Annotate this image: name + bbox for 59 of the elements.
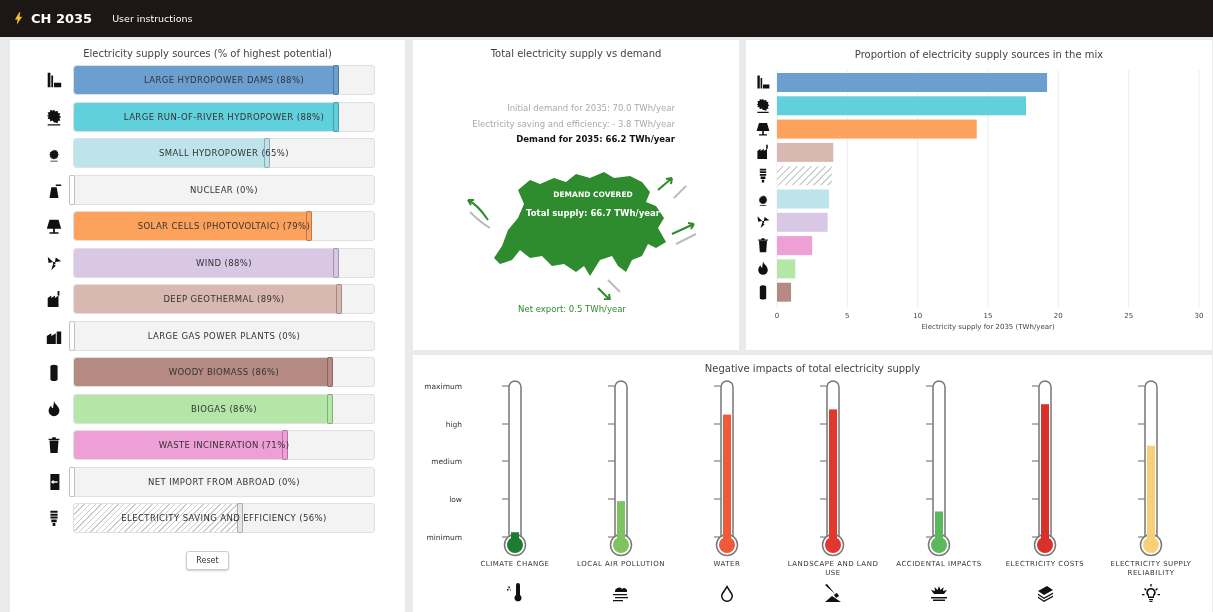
dam-icon (757, 75, 770, 89)
slider-thumb[interactable] (333, 101, 339, 132)
dam-icon (45, 71, 63, 89)
slider-thumb[interactable] (333, 65, 339, 95)
slider-label: LARGE RUN-OF-RIVER HYDROPOWER (88%) (123, 111, 325, 122)
reset-button[interactable]: Reset (186, 551, 229, 570)
chart-title: Proportion of electricity supply sources in the mix (854, 49, 1104, 60)
cash-stack-icon (1035, 583, 1055, 603)
nav-link[interactable]: User instructions (112, 13, 193, 24)
slider-thumb[interactable] (69, 174, 75, 205)
saving-text: Electricity saving and efficiency: - 3.8 TWh/year (471, 117, 675, 131)
lightning-bolt-icon (14, 12, 23, 25)
slider-label: WIND (88%) (195, 257, 252, 268)
gear-icon (756, 98, 770, 113)
app-logo[interactable]: CH 2035 (31, 11, 93, 26)
slider-thumb[interactable] (333, 247, 339, 278)
slider-label: WASTE INCINERATION (71%) (158, 440, 290, 450)
panel-title: Electricity supply sources (% of highest potential) (83, 47, 332, 59)
light-bulb-icon (1141, 583, 1161, 603)
flame-icon (758, 261, 768, 275)
gear-icon (758, 195, 768, 207)
slider-label: SMALL HYDROPOWER (65%) (159, 148, 289, 158)
slider-label: LARGE HYDROPOWER DAMS (88%) (143, 75, 305, 85)
slider[interactable]: SMALL HYDROPOWER (65%) (73, 138, 375, 168)
slider-thumb[interactable] (69, 466, 75, 497)
panel-title: Negative impacts of total electricity supply (703, 362, 922, 374)
slider-label: SOLAR CELLS (PHOTOVOLTAIC) (79%) (137, 221, 311, 231)
slider[interactable]: BIOGAS (86%) (73, 393, 375, 424)
slider-label: NET IMPORT FROM ABROAD (0%) (147, 476, 301, 487)
panel-title: Total electricity supply vs demand (489, 47, 663, 59)
total-supply-text: Total supply: 66.7 TWh/year (526, 207, 660, 218)
slider[interactable]: DEEP GEOTHERMAL (89%) (73, 284, 375, 314)
slider-thumb[interactable] (327, 393, 333, 424)
slider-label: ELECTRICITY SAVING AND EFFICIENCY (56%) (121, 513, 327, 523)
wind-turbine-icon (757, 216, 770, 229)
shovel-icon (823, 583, 843, 603)
slider[interactable]: ELECTRICITY SAVING AND EFFICIENCY (56%) (73, 503, 375, 533)
slider[interactable]: WASTE INCINERATION (71%) (73, 430, 375, 460)
slider[interactable]: WOODY BIOMASS (86%) (73, 357, 375, 387)
slider[interactable]: WIND (88%) (73, 247, 375, 278)
light-bulb-icon (759, 168, 767, 183)
slider[interactable]: SOLAR CELLS (PHOTOVOLTAIC) (79%) (73, 211, 375, 241)
trash-can-icon (758, 238, 768, 253)
slider[interactable]: LARGE HYDROPOWER DAMS (88%) (73, 65, 375, 95)
slider-thumb[interactable] (327, 357, 333, 387)
slider-label: BIOGAS (86%) (191, 403, 257, 414)
factory-icon (757, 144, 768, 160)
slider-label: WOODY BIOMASS (86%) (168, 367, 280, 377)
slider-thumb[interactable] (336, 284, 342, 314)
slider-thumb[interactable] (69, 320, 75, 351)
slider-label: LARGE GAS POWER PLANTS (0%) (147, 330, 301, 341)
net-export-text: Net export: 0.5 TWh/year (517, 303, 627, 314)
chart-bar (777, 166, 832, 186)
slider-label: DEEP GEOTHERMAL (89%) (163, 294, 285, 304)
initial-demand-text: Initial demand for 2035: 70.0 TWh/year (506, 102, 675, 115)
slider[interactable]: LARGE RUN-OF-RIVER HYDROPOWER (88%) (73, 101, 375, 132)
demand-text: Demand for 2035: 66.2 TWh/year (515, 133, 675, 146)
slider-label: NUCLEAR (0%) (190, 184, 258, 195)
gear-icon (45, 107, 63, 126)
